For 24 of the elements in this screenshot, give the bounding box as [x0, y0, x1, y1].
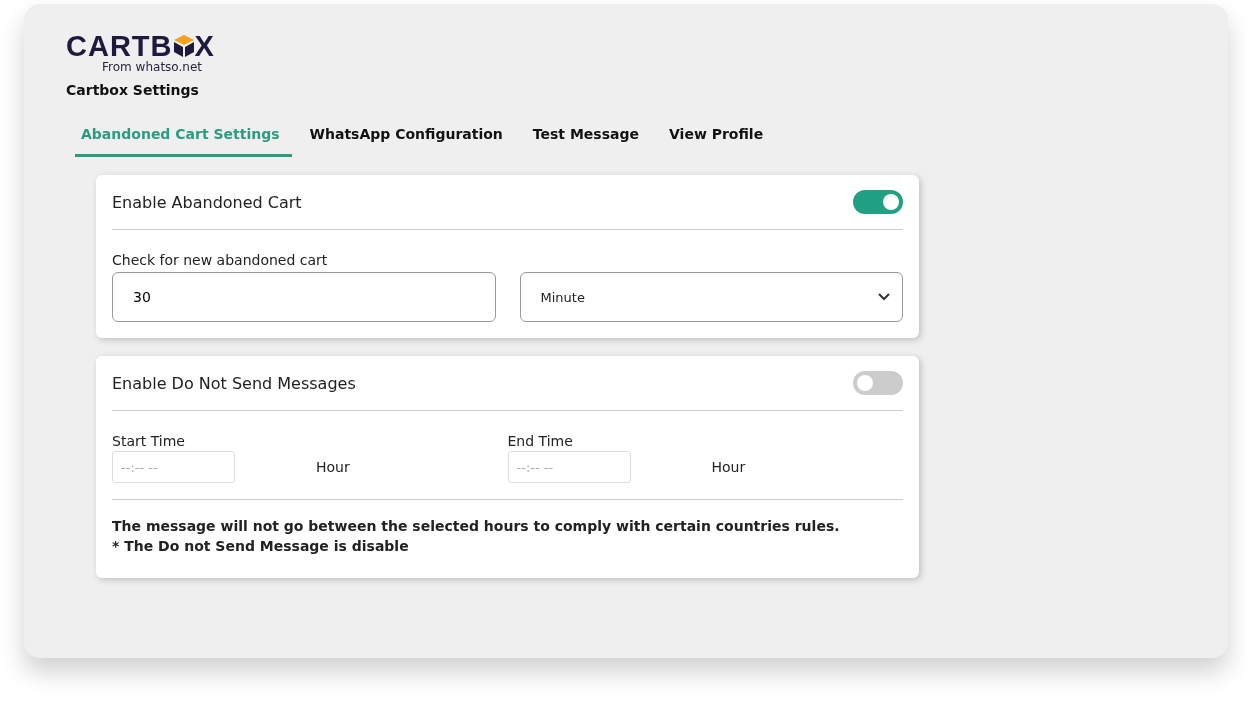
logo-tagline: From whatso.net [102, 60, 202, 74]
tab[interactable]: View Profile [663, 118, 776, 157]
time-input[interactable]: --:-- -- [507, 451, 631, 483]
page-title: Cartbox Settings [66, 82, 200, 98]
field-label: Start Time [112, 433, 186, 449]
logo-text: CARTB [66, 32, 173, 60]
card-title: Enable Abandoned Cart [112, 192, 302, 212]
card-title: Enable Do Not Send Messages [112, 373, 356, 393]
note-text: The message will not go between the selected hours to comply with certain countries rules. [112, 518, 841, 534]
toggle-switch[interactable] [853, 190, 903, 214]
unit-label: Hour [711, 459, 746, 475]
field-label: Check for new abandoned cart [112, 252, 329, 268]
chevron-down-icon [878, 293, 890, 301]
unit-dropdown[interactable]: Minute [519, 272, 903, 322]
tab[interactable]: Test Message [526, 118, 651, 157]
interval-input[interactable]: 30 [112, 272, 496, 322]
note-text: * The Do not Send Message is disable [112, 538, 410, 554]
unit-label: Hour [316, 459, 350, 475]
toggle-switch[interactable] [853, 371, 903, 395]
tab[interactable]: WhatsApp Configuration [303, 118, 515, 157]
field-label: End Time [507, 433, 574, 449]
time-input[interactable]: --:-- -- [112, 451, 235, 483]
logo-text: X [194, 32, 215, 60]
box-icon [172, 34, 195, 58]
